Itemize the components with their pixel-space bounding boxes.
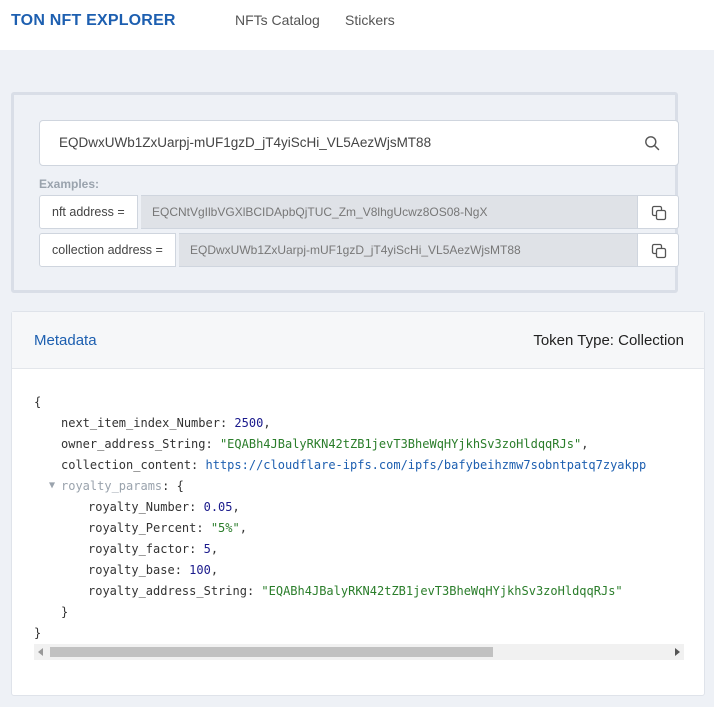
horizontal-scrollbar[interactable]: [34, 644, 684, 660]
json-number: 5: [203, 542, 211, 556]
address-search-input[interactable]: EQDwxUWb1ZxUarpj-mUF1gzD_jT4yiScHi_VL5Ae…: [39, 120, 679, 166]
top-navbar: TON NFT EXPLORER NFTs Catalog Stickers: [0, 0, 714, 50]
json-line-royalty-percent: royalty_Percent: "5%",: [88, 521, 247, 535]
metadata-header: Metadata Token Type: Collection: [12, 312, 704, 369]
json-number: 100: [189, 563, 211, 577]
nav-nfts-catalog[interactable]: NFTs Catalog: [235, 12, 320, 28]
json-key: next_item_index_Number: [61, 416, 220, 430]
json-line-royalty-base: royalty_base: 100,: [88, 563, 219, 577]
json-key: collection_content: [61, 458, 192, 472]
json-key: royalty_base: [88, 563, 175, 577]
example-tag-collection: collection address =: [39, 233, 176, 267]
copy-nft-address-button[interactable]: [637, 195, 679, 229]
json-key: royalty_address_String: [88, 584, 247, 598]
scroll-left-arrow-icon[interactable]: [38, 648, 43, 656]
app-logo[interactable]: TON NFT EXPLORER: [11, 12, 176, 30]
search-icon[interactable]: [644, 135, 660, 151]
json-line-royalty-address: royalty_address_String: "EQABh4JBalyRKN4…: [88, 584, 623, 598]
search-input-value[interactable]: EQDwxUWb1ZxUarpj-mUF1gzD_jT4yiScHi_VL5Ae…: [59, 135, 431, 150]
token-type-label: Token Type: Collection: [533, 332, 684, 349]
json-close-brace: }: [34, 626, 42, 640]
json-key: royalty_factor: [88, 542, 190, 556]
json-inner-close-brace: }: [61, 605, 69, 619]
scrollbar-thumb[interactable]: [50, 647, 493, 657]
json-line-collection-content: collection_content: https://cloudflare-i…: [61, 458, 647, 472]
example-tag-nft: nft address =: [39, 195, 138, 229]
json-string: "EQABh4JBalyRKN42tZB1jevT3BheWqHYjkhSv3z…: [219, 437, 582, 451]
json-string: "5%": [210, 521, 240, 535]
json-number: 2500: [234, 416, 264, 430]
examples-label: Examples:: [39, 177, 100, 191]
example-value-nft[interactable]: EQCNtVgIlbVGXlBCIDApbQjTUC_Zm_V8lhgUcwz8…: [141, 195, 637, 229]
scroll-right-arrow-icon[interactable]: [675, 648, 680, 656]
json-number: 0.05: [203, 500, 233, 514]
json-line-owner-address: owner_address_String: "EQABh4JBalyRKN42t…: [61, 437, 589, 451]
search-panel: EQDwxUWb1ZxUarpj-mUF1gzD_jT4yiScHi_VL5Ae…: [11, 92, 679, 293]
json-key: owner_address_String: [61, 437, 206, 451]
json-line-royalty-factor: royalty_factor: 5,: [88, 542, 219, 556]
json-line-next-item-index: next_item_index_Number: 2500,: [61, 416, 271, 430]
json-line-royalty-number: royalty_Number: 0.05,: [88, 500, 240, 514]
json-line-royalty-params[interactable]: ▼ royalty_params: {: [34, 478, 184, 494]
copy-collection-address-button[interactable]: [637, 233, 679, 267]
metadata-title: Metadata: [34, 332, 97, 349]
nav-stickers[interactable]: Stickers: [345, 12, 395, 28]
metadata-card: Metadata Token Type: Collection { next_i…: [11, 311, 705, 696]
json-open-brace: {: [34, 395, 42, 409]
copy-icon: [651, 205, 667, 221]
example-row-nft: nft address = EQCNtVgIlbVGXlBCIDApbQjTUC…: [39, 195, 679, 229]
json-key: royalty_Percent: [88, 521, 197, 535]
json-key: royalty_Number: [88, 500, 190, 514]
copy-icon: [651, 243, 667, 259]
example-value-collection[interactable]: EQDwxUWb1ZxUarpj-mUF1gzD_jT4yiScHi_VL5Ae…: [179, 233, 637, 267]
example-row-collection: collection address = EQDwxUWb1ZxUarpj-mU…: [39, 233, 679, 267]
json-url-link[interactable]: https://cloudflare-ipfs.com/ipfs/bafybei…: [206, 458, 647, 472]
collapse-caret-icon[interactable]: ▼: [49, 478, 55, 494]
json-string: "EQABh4JBalyRKN42tZB1jevT3BheWqHYjkhSv3z…: [261, 584, 623, 598]
json-viewer[interactable]: { next_item_index_Number: 2500, owner_ad…: [34, 392, 684, 650]
